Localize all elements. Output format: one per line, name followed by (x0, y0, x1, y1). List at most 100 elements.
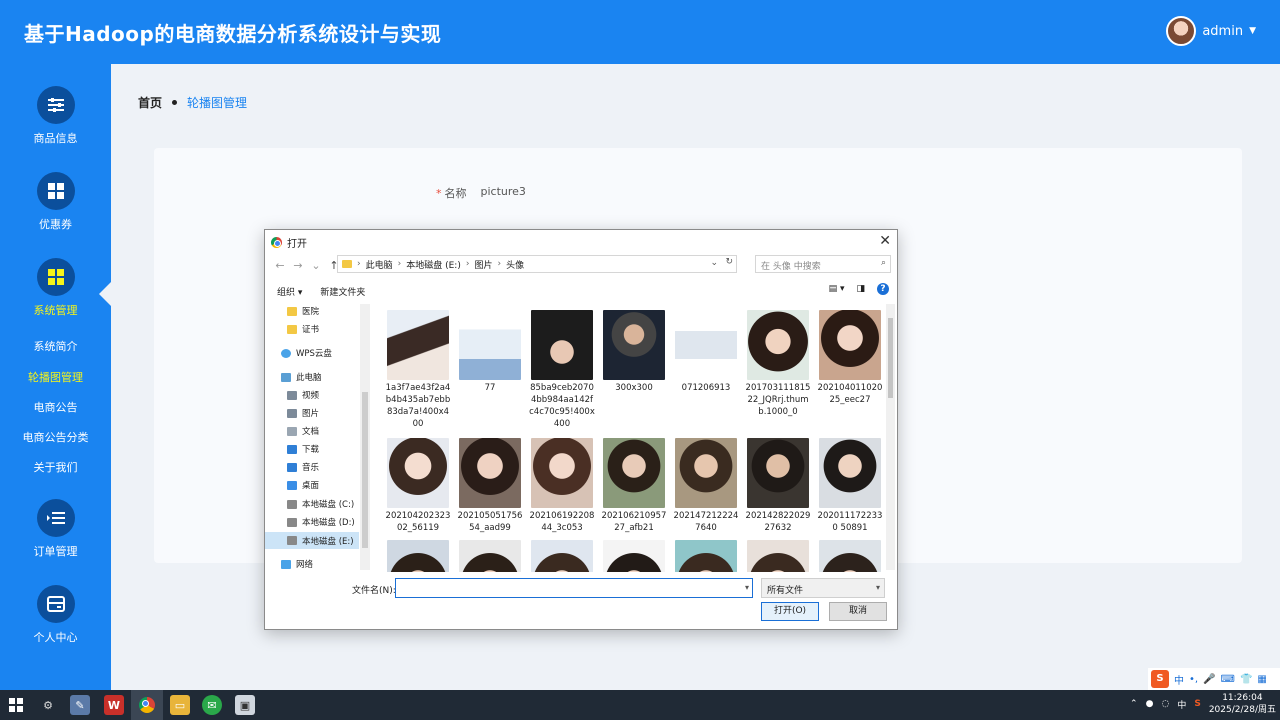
tree-scrollbar[interactable] (360, 304, 370, 570)
toolbox-icon[interactable]: ▦ (1257, 674, 1266, 685)
tree-item-selected[interactable]: 本地磁盘 (E:) (265, 532, 359, 549)
input-language[interactable]: 中 (1177, 698, 1186, 711)
file-item[interactable]: 20214282202927632 (745, 438, 811, 534)
search-input[interactable]: 在 头像 中搜索 ⌕ (755, 255, 891, 273)
tree-item[interactable]: 医院 (287, 305, 319, 317)
grid-scrollbar[interactable] (886, 304, 895, 570)
file-item[interactable] (529, 540, 595, 572)
file-item[interactable]: 1a3f7ae43f2a4b4b435ab7ebb83da7a!400x400 (385, 310, 451, 430)
tree-item[interactable]: WPS云盘 (281, 347, 332, 359)
file-item[interactable]: 20210621095727_afb21 (601, 438, 667, 534)
new-folder-button[interactable]: 新建文件夹 (320, 285, 365, 298)
sidebar-item-coupons[interactable]: 优惠券 (0, 172, 111, 232)
app-window-icon[interactable]: ▣ (235, 695, 255, 715)
name-field[interactable]: picture3 (481, 185, 526, 201)
tree-item[interactable]: 下载 (287, 443, 319, 455)
cancel-button[interactable]: 取消 (829, 602, 887, 621)
refresh-icon[interactable]: ↻ (725, 257, 733, 267)
recent-chevron-icon[interactable]: ⌄ (307, 259, 325, 272)
file-item[interactable] (673, 540, 739, 572)
documents-icon (287, 426, 297, 436)
tree-item[interactable]: 证书 (287, 323, 319, 335)
file-item[interactable]: 20210505175654_aad99 (457, 438, 523, 534)
tree-item[interactable]: 此电脑 (281, 371, 322, 383)
file-item[interactable]: 20170311181522_JQRrj.thumb.1000_0 (745, 310, 811, 418)
tree-item[interactable]: 文档 (287, 425, 319, 437)
sidebar-item-orders[interactable]: 订单管理 (0, 499, 111, 559)
wechat-icon[interactable]: ✉ (202, 695, 222, 715)
settings-gear-icon[interactable]: ⚙ (38, 695, 58, 715)
username[interactable]: admin (1202, 24, 1243, 39)
tree-item[interactable]: 视频 (287, 389, 319, 401)
notes-app-icon[interactable]: ✎ (70, 695, 90, 715)
punctuation-icon[interactable]: •, (1189, 674, 1198, 685)
tree-item[interactable]: 音乐 (287, 461, 319, 473)
file-item[interactable]: 071206913 (673, 310, 739, 394)
sidebar-item-profile[interactable]: 个人中心 (0, 585, 111, 645)
path-segment[interactable]: 本地磁盘 (E:) (406, 258, 461, 271)
file-item[interactable]: 77 (457, 310, 523, 394)
chevron-down-icon[interactable]: ⌄ (710, 258, 718, 268)
breadcrumb-home[interactable]: 首页 (138, 94, 162, 111)
path-segment[interactable]: 图片 (474, 258, 492, 271)
avatar[interactable] (1166, 16, 1197, 46)
sidebar-sub-about[interactable]: 关于我们 (0, 459, 111, 475)
wechat-tray-icon[interactable]: ● (1146, 699, 1154, 709)
tree-item[interactable]: 本地磁盘 (D:) (287, 516, 355, 528)
chevron-down-icon[interactable]: ▾ (745, 583, 749, 592)
microphone-icon[interactable]: 🎤 (1203, 674, 1215, 685)
chrome-taskbar-icon[interactable] (137, 695, 157, 715)
path-segment[interactable]: 此电脑 (366, 258, 393, 271)
address-bar[interactable]: › 此电脑 › 本地磁盘 (E:) › 图片 › 头像 ⌄ ↻ (337, 255, 737, 273)
sidebar-item-system[interactable]: 系统管理 (0, 258, 111, 318)
view-mode-icon[interactable]: ▤ ▾ (829, 284, 845, 294)
skin-icon[interactable]: 👕 (1240, 674, 1252, 685)
tree-item[interactable]: 图片 (287, 407, 319, 419)
network-tray-icon[interactable]: ◌ (1161, 699, 1169, 709)
file-item[interactable]: 20210619220844_3c053 (529, 438, 595, 534)
name-label: * 名称 (436, 187, 467, 200)
user-menu[interactable]: admin ▼ (1166, 16, 1256, 46)
file-item[interactable]: 2020111722330 50891 (817, 438, 883, 534)
tree-item[interactable]: 网络 (281, 558, 313, 570)
filetype-select[interactable]: 所有文件 ▾ (761, 578, 885, 598)
file-item[interactable]: 85ba9ceb20704bb984aa142fc4c70c95!400x400 (529, 310, 595, 430)
preview-pane-icon[interactable]: ◨ (856, 284, 865, 294)
forward-icon[interactable]: → (289, 259, 307, 272)
ime-toolbar[interactable]: S 中 •, 🎤 ⌨ 👕 ▦ (1148, 668, 1280, 690)
caret-down-icon[interactable]: ▼ (1249, 26, 1256, 36)
file-item[interactable]: 20210420232302_56119 (385, 438, 451, 534)
file-explorer-icon[interactable]: ▭ (170, 695, 190, 715)
file-item[interactable]: 2021472122247640 (673, 438, 739, 534)
file-item[interactable] (385, 540, 451, 572)
chevron-up-icon[interactable]: ⌃ (1130, 699, 1138, 709)
help-icon[interactable]: ? (877, 283, 889, 295)
sidebar-sub-notice-category[interactable]: 电商公告分类 (0, 429, 111, 445)
clock[interactable]: 11:26:04 2025/2/28/周五 (1209, 692, 1276, 716)
ime-mode[interactable]: 中 (1174, 672, 1184, 687)
tree-item[interactable]: 桌面 (287, 479, 319, 491)
drive-icon (287, 517, 297, 527)
sogou-logo-icon[interactable]: S (1151, 670, 1169, 688)
file-item[interactable] (457, 540, 523, 572)
sidebar-sub-carousel[interactable]: 轮播图管理 (0, 369, 111, 385)
organize-button[interactable]: 组织 ▾ (277, 285, 302, 298)
keyboard-icon[interactable]: ⌨ (1221, 674, 1235, 685)
wps-icon[interactable]: W (104, 695, 124, 715)
sidebar-sub-intro[interactable]: 系统简介 (0, 338, 111, 354)
file-item[interactable] (817, 540, 883, 572)
path-segment[interactable]: 头像 (506, 258, 524, 271)
sidebar-sub-notice[interactable]: 电商公告 (0, 399, 111, 415)
file-item[interactable]: 300x300 (601, 310, 667, 394)
windows-start-icon[interactable] (6, 695, 26, 715)
back-icon[interactable]: ← (271, 259, 289, 272)
close-icon[interactable]: ✕ (879, 233, 891, 249)
open-button[interactable]: 打开(O) (761, 602, 819, 621)
file-item[interactable] (745, 540, 811, 572)
sogou-tray-icon[interactable]: S (1194, 699, 1200, 709)
sidebar-item-goods[interactable]: 商品信息 (0, 86, 111, 146)
file-item[interactable] (601, 540, 667, 572)
tree-item[interactable]: 本地磁盘 (C:) (287, 498, 354, 510)
file-item[interactable]: 20210401102025_eec27 (817, 310, 883, 406)
filename-input[interactable]: ▾ (395, 578, 753, 598)
